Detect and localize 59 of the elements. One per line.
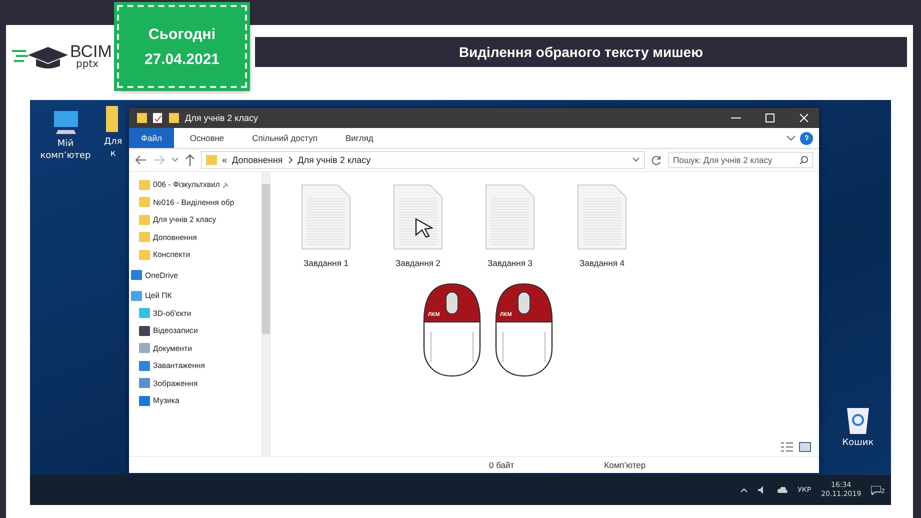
file-name[interactable]: Завдання 4 [579,258,625,268]
chevron-right-icon [288,156,293,164]
folder-icon [206,155,217,165]
document-icon[interactable] [393,184,443,250]
file-name[interactable]: Завдання 2 [395,258,441,268]
pin-icon[interactable] [222,182,229,188]
large-icons-view-icon[interactable] [799,442,811,452]
breadcrumb-item[interactable]: Для учнів 2 класу [298,155,371,165]
search-icon [799,156,808,165]
logo-subtitle: pptx [75,60,100,70]
nav-item-icon [139,197,150,208]
status-text: Комп’ютер [604,460,646,470]
chevron-down-icon[interactable] [632,157,640,163]
up-arrow-icon[interactable] [185,154,195,166]
nav-item-icon [139,343,150,354]
ribbon-tab[interactable]: Файл [129,128,174,148]
help-icon[interactable] [800,132,813,144]
status-text: 0 байт [489,460,514,470]
properties-icon[interactable] [153,113,163,123]
chevron-down-icon[interactable] [786,134,796,142]
maximize-icon[interactable] [765,113,775,123]
scrollbar-thumb[interactable] [262,184,270,334]
details-view-icon[interactable] [781,442,793,452]
date-label: Сьогодні [148,26,216,42]
back-arrow-icon[interactable] [135,155,147,165]
recycle-bin-icon[interactable] [845,405,871,435]
logo-text: ВСІМ [70,42,112,60]
nav-item-icon [131,290,142,301]
desktop-icon-label[interactable]: Кошик [842,438,874,450]
refresh-icon[interactable] [651,154,662,166]
file-name[interactable]: Завдання 3 [487,258,533,268]
search-field[interactable]: Пошук: Для учнів 2 класу [668,152,813,168]
breadcrumb-separator: « [222,155,228,165]
window-title: Для учнів 2 класу [185,113,258,123]
close-icon[interactable] [799,113,809,123]
file-name[interactable]: Завдання 1 [303,258,349,268]
nav-item-icon [139,308,150,318]
slide-title: Виділення обраного тексту мишею [458,44,704,60]
nav-item-icon [139,180,150,190]
nav-item-icon [139,214,150,225]
monitor-icon[interactable] [52,110,80,136]
nav-item-icon [139,378,150,388]
nav-item-icon [139,232,150,242]
folder-icon[interactable] [104,104,120,134]
notification-icon[interactable] [871,486,882,494]
nav-item-icon [139,396,150,406]
address-bar[interactable]: « Доповнення Для учнів 2 класу [201,151,645,169]
nav-item-icon [139,360,150,371]
scrollbar[interactable] [261,172,271,456]
desktop-icon-label[interactable]: Для к [104,137,122,160]
cloud-icon[interactable] [776,487,788,493]
breadcrumb-item[interactable]: Доповнення [232,155,283,165]
desktop-icon-label[interactable]: Мій комп’ютер [40,139,91,162]
nav-item-icon [131,270,142,280]
nav-item-icon [139,326,150,336]
nav-item-icon [139,250,150,260]
chevron-up-icon[interactable] [740,487,748,493]
chevron-down-icon[interactable] [171,157,179,163]
date-text: 27.04.2021 [144,50,220,68]
